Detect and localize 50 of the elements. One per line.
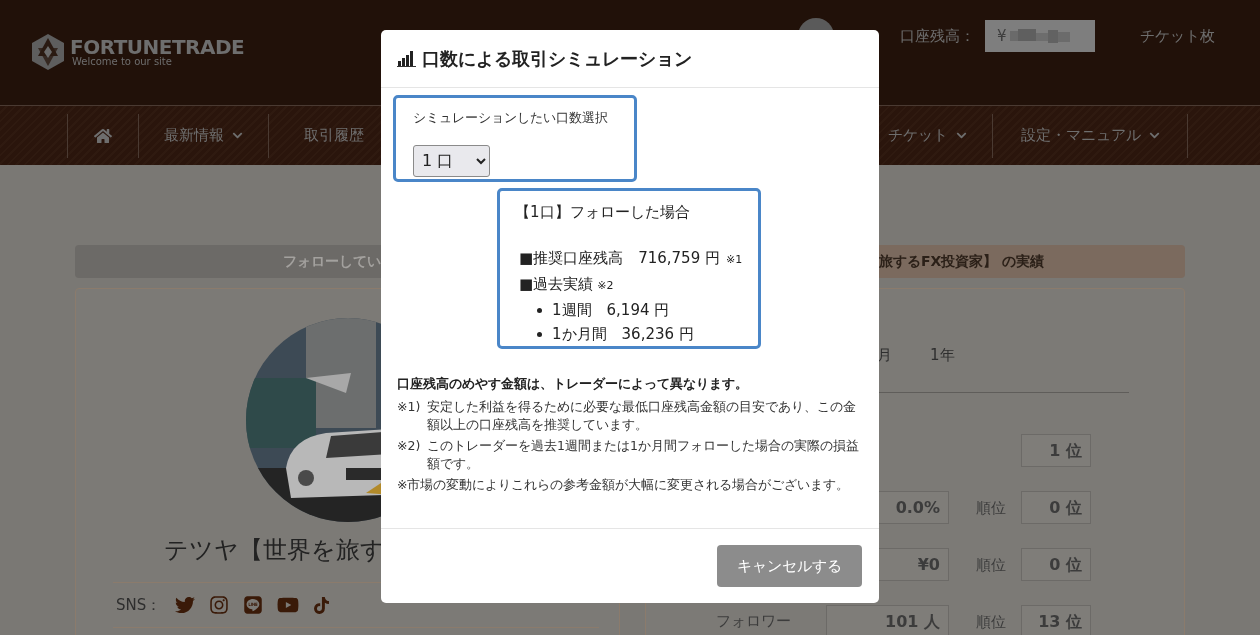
nav-menu-item[interactable]: 設定・マニュアル	[1020, 124, 1160, 147]
music-note-icon[interactable]	[313, 596, 331, 614]
rank-value: 0 位	[1021, 491, 1091, 524]
stat-value: 101 人	[826, 605, 949, 635]
footnote-mark: ※1	[726, 252, 743, 268]
bird-icon[interactable]	[175, 595, 196, 615]
rank-value: 13 位	[1021, 605, 1091, 635]
period-tab[interactable]: 月	[877, 345, 892, 365]
lot-select[interactable]: 1 口	[413, 144, 490, 177]
sns-label: SNS：	[116, 594, 162, 616]
balance-label: 口座残高：	[900, 25, 975, 47]
bullet-icon	[537, 307, 542, 313]
nav-menu-item[interactable]: チケット	[888, 124, 967, 147]
camera-icon[interactable]	[209, 595, 230, 615]
footnote-text: 安定した利益を得るために必要な最低口座残高金額の目安であり、この金額以上の口座残高を推奨しています。	[427, 398, 857, 434]
hexagon-logo-icon	[30, 33, 66, 71]
lot-selection-label: シミュレーションしたい口数選択	[413, 109, 609, 127]
trader-name: テツヤ【世界を旅す	[164, 535, 386, 566]
chat-bubble-icon[interactable]	[243, 595, 264, 615]
dialog-title: 口数による取引シミュレーション	[422, 47, 692, 71]
period-tab[interactable]: 1年	[930, 345, 955, 365]
rank-value: 0 位	[1021, 548, 1091, 581]
bar-chart-icon	[397, 50, 416, 67]
home-icon[interactable]	[94, 126, 112, 145]
pixelated-block	[1009, 29, 1070, 43]
result-heading: 【1口】フォローした場合	[515, 202, 691, 223]
past-result-item: 1週間 6,194 円	[552, 300, 670, 321]
logo-name: FORTUNETRADE	[70, 37, 245, 57]
ticket-label: チケット枚	[1140, 25, 1215, 47]
footnote-text: このトレーダーを過去1週間または1か月間フォローした場合の実際の損益額です。	[427, 437, 860, 473]
stat-label: フォロワー	[716, 611, 791, 633]
banner-text: 旅するFX投資家】 の実績	[879, 252, 1045, 271]
rank-label: 順位	[976, 612, 1006, 631]
rank-label: 順位	[976, 555, 1006, 574]
nav-menu-item[interactable]: 最新情報	[164, 124, 243, 147]
nav-menu-item[interactable]: 取引履歴	[303, 124, 364, 147]
recommended-balance: ■推奨口座残高 716,759 円	[519, 248, 720, 269]
currency-sign: ¥	[997, 25, 1007, 47]
past-results-label: ■過去実績	[519, 274, 594, 295]
past-result-item: 1か月間 36,236 円	[552, 324, 694, 345]
rank-label: 順位	[976, 498, 1006, 517]
rank-value: 1 位	[1021, 434, 1091, 467]
footnote-text: ※市場の変動によりこれらの参考金額が大幅に変更される場合がございます。	[397, 476, 850, 494]
logo-tagline: Welcome to our site	[72, 57, 173, 67]
footnote-mark: ※2)	[397, 437, 422, 455]
footnote-mark: ※1)	[397, 398, 422, 416]
cancel-button[interactable]: キャンセルする	[717, 545, 862, 587]
bullet-icon	[537, 331, 542, 337]
footnote-mark: ※2	[597, 278, 614, 294]
notes-heading: 口座残高のめやす金額は、トレーダーによって異なります。	[397, 375, 749, 393]
